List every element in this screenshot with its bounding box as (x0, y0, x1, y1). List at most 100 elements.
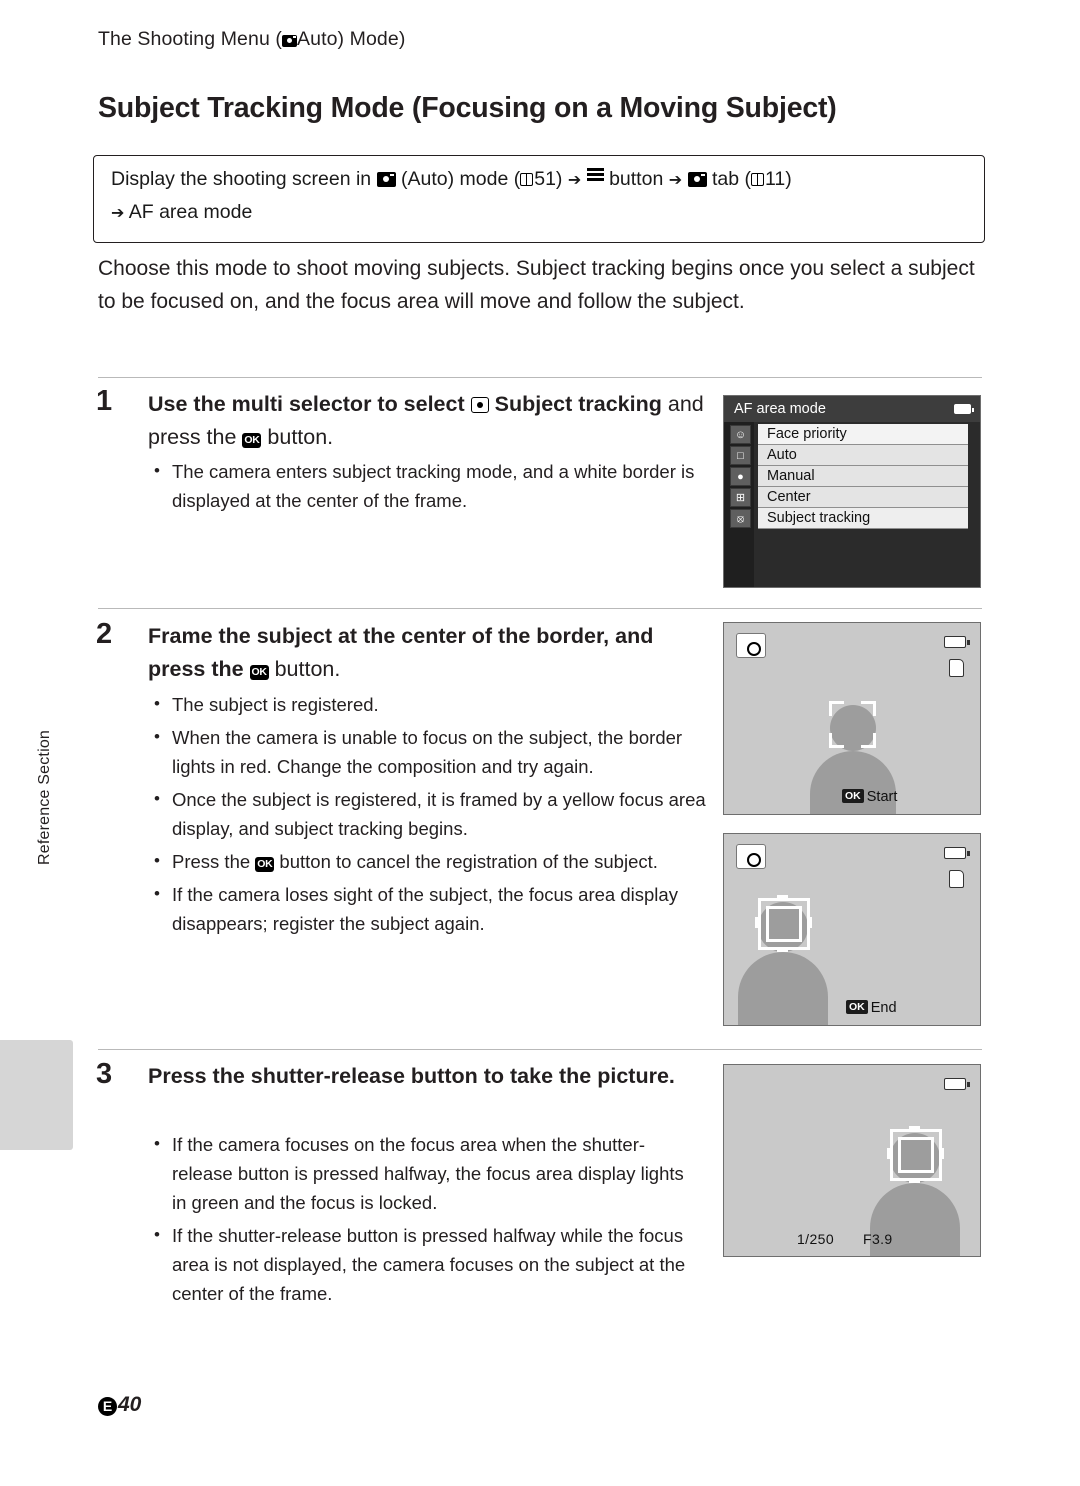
menu-item-label: Subject tracking (767, 510, 871, 526)
focus-corner-bottom-right (861, 733, 876, 748)
screenshot-af-area-mode-menu: AF area mode ☺ Face priority □ Auto ● Ma… (723, 395, 981, 588)
frame-nub-bottom (777, 949, 788, 952)
manual-area-icon: ● (730, 467, 751, 486)
screenshot-focus-locked: 1/250 F3.9 (723, 1064, 981, 1257)
memory-card-icon (949, 659, 964, 677)
ok-button-icon: OK (249, 665, 269, 680)
menu-item-face-priority[interactable]: ☺ Face priority (730, 424, 968, 445)
step-1-title-bold: Subject tracking (494, 392, 662, 416)
page-number: 40 (118, 1393, 142, 1416)
menu-item-auto[interactable]: □ Auto (730, 445, 968, 466)
header-text-after: Auto) Mode) (297, 28, 406, 50)
frame-nub-right (809, 917, 812, 928)
menu-item-label: Auto (767, 447, 797, 463)
menu-item-subject-tracking[interactable]: ⦻ Subject tracking (730, 508, 968, 529)
nav-line-2-text: AF area mode (128, 201, 253, 223)
step-2-bullets: The subject is registered. When the came… (148, 689, 708, 942)
menu-list: ☺ Face priority □ Auto ● Manual ⊞ Center… (730, 424, 968, 529)
ok-button-icon: OK (842, 789, 864, 803)
list-item: If the shutter-release button is pressed… (148, 1220, 703, 1308)
frame-nub-right (941, 1148, 944, 1159)
page-footer: E 40 (98, 1393, 141, 1417)
step-2-title-c: button. (274, 657, 341, 681)
frame-nub-top (909, 1126, 920, 1129)
nav-text-a: Display the shooting screen in (111, 168, 372, 190)
frame-nub-left (755, 917, 758, 928)
ok-button-icon: OK (242, 433, 262, 448)
list-item: The subject is registered. (148, 689, 708, 719)
list-item: If the camera loses sight of the subject… (148, 879, 708, 938)
menu-button-icon (586, 168, 604, 189)
step-1-bullets: The camera enters subject tracking mode,… (148, 456, 708, 519)
frame-nub-left (887, 1148, 890, 1159)
battery-icon (944, 847, 970, 859)
frame-nub-top (777, 895, 788, 898)
center-area-icon: ⊞ (730, 488, 751, 507)
navigation-path-line-2: ➔ AF area mode (111, 201, 252, 224)
list-item: Once the subject is registered, it is fr… (148, 784, 708, 843)
section-tab-label: Reference Section (36, 729, 53, 865)
page-reference-icon (520, 173, 534, 186)
face-priority-icon: ☺ (730, 425, 751, 444)
focus-corner-top-left (829, 701, 844, 716)
divider (98, 377, 982, 378)
nav-ref-1: 51) (534, 168, 563, 190)
menu-title-bar: AF area mode (724, 396, 980, 422)
page-header: The Shooting Menu ( Auto) Mode) (98, 28, 405, 51)
ok-button-icon: OK (255, 857, 275, 872)
step-3-title: Press the shutter-release button to take… (148, 1064, 675, 1088)
tracking-focus-frame (758, 898, 810, 950)
camera-auto-icon (282, 35, 298, 47)
subject-body (810, 751, 896, 814)
menu-item-label: Center (767, 489, 811, 505)
shutter-speed-value: 1/250 (797, 1231, 835, 1247)
step-1-title: Use the multi selector to select Subject… (148, 388, 708, 454)
battery-icon (944, 1078, 970, 1090)
page-title: Subject Tracking Mode (Focusing on a Mov… (98, 92, 837, 124)
subject-body (738, 952, 828, 1025)
list-item: The camera enters subject tracking mode,… (148, 456, 708, 515)
menu-item-label: Manual (767, 468, 815, 484)
subject-tracking-icon: ⦻ (730, 509, 751, 528)
divider (98, 1049, 982, 1050)
focus-corner-bottom-left (829, 733, 844, 748)
tracking-focus-frame (890, 1129, 942, 1181)
ok-hint-label: Start (866, 789, 898, 805)
list-item: When the camera is unable to focus on th… (148, 722, 708, 781)
step-2-title-a: Frame the subject at the center of the b… (148, 624, 654, 681)
step-1-title-c: button. (267, 425, 334, 449)
menu-item-manual[interactable]: ● Manual (730, 466, 968, 487)
screenshot-subject-tracking-end: OK End (723, 833, 981, 1026)
arrow-right-icon: ➔ (668, 170, 683, 189)
camera-mode-icon (736, 633, 766, 658)
ok-button-icon: OK (846, 1000, 868, 1014)
header-text-before: The Shooting Menu ( (98, 28, 283, 50)
menu-item-center[interactable]: ⊞ Center (730, 487, 968, 508)
menu-item-label: Face priority (767, 426, 847, 442)
list-item: Press the OK button to cancel the regist… (148, 846, 708, 876)
nav-text-b: (Auto) mode ( (401, 168, 521, 190)
page-reference-icon (751, 173, 764, 186)
nav-text-c: button (609, 168, 664, 190)
battery-icon (954, 404, 974, 414)
camera-auto-icon (687, 172, 707, 187)
auto-area-icon: □ (730, 446, 751, 465)
aperture-value: F3.9 (863, 1231, 893, 1247)
section-tab-marker (0, 1040, 73, 1150)
ok-end-hint: OK End (846, 1000, 897, 1016)
ok-hint-label: End (870, 1000, 897, 1016)
ok-start-hint: OK Start (842, 789, 897, 805)
divider (98, 608, 982, 609)
step-2-title: Frame the subject at the center of the b… (148, 620, 708, 686)
camera-auto-icon (376, 172, 396, 187)
step-2-number: 2 (96, 618, 113, 650)
multi-selector-icon (470, 397, 489, 413)
arrow-right-icon: ➔ (111, 203, 125, 222)
nav-text-d: tab ( (711, 168, 751, 190)
focus-corner-top-right (861, 701, 876, 716)
navigation-path-box: Display the shooting screen in (Auto) mo… (93, 155, 985, 243)
battery-icon (944, 636, 970, 648)
step-1-title-a: Use the multi selector to select (148, 392, 465, 416)
list-item: If the camera focuses on the focus area … (148, 1129, 703, 1217)
screenshot-subject-tracking-start: OK Start (723, 622, 981, 815)
